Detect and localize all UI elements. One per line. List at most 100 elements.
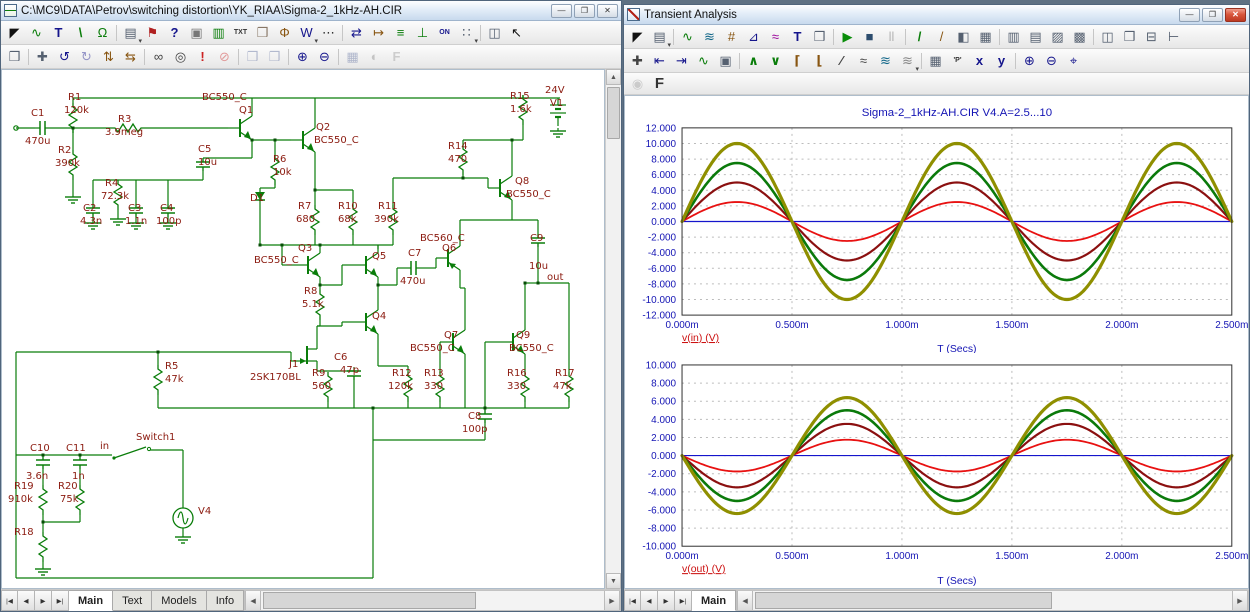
scope-stack-icon[interactable]: ≋	[699, 27, 720, 47]
scope-wave-icon[interactable]: ∿	[677, 27, 698, 47]
columns-one-icon[interactable]: ▥	[1003, 27, 1024, 47]
schematic-canvas-area[interactable]: C1470uR1120kR33.9megR2390kR472.3kC24.3nC…	[1, 69, 605, 589]
animate-stop-icon[interactable]: ◉	[627, 74, 648, 94]
grid-dots-icon[interactable]: ∷▾	[456, 23, 477, 43]
flip-x-icon[interactable]: ⇆	[120, 47, 141, 67]
horizontal-scroll-track[interactable]	[753, 591, 1232, 610]
browse-icon[interactable]: ◎	[170, 47, 191, 67]
restore-button[interactable]: ❐	[574, 4, 595, 18]
select-mode-icon[interactable]: ◤	[4, 23, 25, 43]
close-button[interactable]: ✕	[597, 4, 618, 18]
pause-icon[interactable]: ‖	[881, 27, 902, 47]
help-mode-icon[interactable]: ?	[164, 23, 185, 43]
tab-scroll-prev-button[interactable]: ◀	[18, 590, 35, 611]
scope-smith-icon[interactable]: ≈	[765, 27, 786, 47]
tag-right-icon[interactable]: ⇥	[671, 51, 692, 71]
p-key-icon[interactable]: 'P'	[947, 51, 968, 71]
page-tab-text[interactable]: Text	[113, 590, 152, 611]
select-mode-icon[interactable]: ◤	[627, 27, 648, 47]
properties-icon[interactable]: ❒	[809, 27, 830, 47]
format-hotkey-icon[interactable]: F	[649, 74, 670, 94]
page-tab-main[interactable]: Main	[69, 590, 113, 611]
restore-button[interactable]: ❐	[1202, 8, 1223, 22]
point-select-icon[interactable]: ↖	[506, 23, 527, 43]
analysis-plot-vin[interactable]: 12.00010.0008.0006.0004.0002.0000.000-2.…	[625, 96, 1250, 353]
stamp-mode-icon[interactable]: ▣	[186, 23, 207, 43]
slider-control-icon[interactable]: ⊢	[1163, 27, 1184, 47]
box-tag-icon[interactable]: ▣	[715, 51, 736, 71]
zoom-out-icon[interactable]: ⊖	[1041, 51, 1062, 71]
cursor-mode-icon[interactable]: ✚	[627, 51, 648, 71]
valley-cursor-icon[interactable]: ∨	[765, 51, 786, 71]
step-box-1-icon[interactable]: ❒	[242, 47, 263, 67]
ground-part-icon[interactable]: ⊥	[412, 23, 433, 43]
low-cursor-icon[interactable]: ⌊	[809, 51, 830, 71]
analysis-horizontal-scrollbar[interactable]: ◀ ▶	[736, 590, 1249, 611]
graph-objects-icon[interactable]: ▤▾	[649, 27, 670, 47]
text-mode-icon[interactable]: T	[48, 23, 69, 43]
tab-scroll-first-button[interactable]: |◀	[1, 590, 18, 611]
trace-label[interactable]: v(out) (V)	[682, 564, 726, 575]
scroll-up-button[interactable]: ▲	[606, 69, 621, 85]
scope-polar-icon[interactable]: ⊿	[743, 27, 764, 47]
text-mode-icon[interactable]: T	[787, 27, 808, 47]
info-icon[interactable]: !	[192, 47, 213, 67]
waves-select-icon[interactable]: ≋▾	[897, 51, 918, 71]
tag-left-icon[interactable]: ⇤	[649, 51, 670, 71]
schematic-vertical-scrollbar[interactable]: ▲ ▼	[605, 69, 621, 589]
polyline-mode-icon[interactable]: /	[931, 27, 952, 47]
high-cursor-icon[interactable]: ⌈	[787, 51, 808, 71]
data-points-icon[interactable]: ▦	[925, 51, 946, 71]
zoom-in-icon[interactable]: ⊕	[1019, 51, 1040, 71]
minimize-button[interactable]: —	[1179, 8, 1200, 22]
tab-scroll-last-button[interactable]: ▶|	[675, 590, 692, 611]
tab-scroll-next-button[interactable]: ▶	[658, 590, 675, 611]
scroll-left-button[interactable]: ◀	[245, 591, 261, 610]
tab-scroll-last-button[interactable]: ▶|	[52, 590, 69, 611]
page-tab-main[interactable]: Main	[692, 590, 736, 611]
zoom-window-icon[interactable]: ⌖	[1063, 51, 1084, 71]
component-dip-icon[interactable]: ▤▾	[120, 23, 141, 43]
tab-scroll-first-button[interactable]: |◀	[624, 590, 641, 611]
scroll-down-button[interactable]: ▼	[606, 573, 621, 589]
analysis-plot-vout[interactable]: 10.0008.0006.0004.0002.0000.000-2.000-4.…	[625, 353, 1250, 588]
undo-icon[interactable]: ↺	[54, 47, 75, 67]
cascade-windows-icon[interactable]: ❒	[1119, 27, 1140, 47]
clipboard-icon[interactable]: ❒	[252, 23, 273, 43]
schematic-canvas[interactable]: C1470uR1120kR33.9megR2390kR472.3kC24.3nC…	[2, 70, 605, 589]
scroll-right-button[interactable]: ▶	[1232, 591, 1248, 610]
flip-vertical-icon[interactable]: ⇅	[98, 47, 119, 67]
image-export-icon[interactable]: ▦	[342, 47, 363, 67]
bus-icon[interactable]: ≡	[390, 23, 411, 43]
x-tag-icon[interactable]: x	[969, 51, 990, 71]
flag-mode-icon[interactable]: ⚑	[142, 23, 163, 43]
waves-all-icon[interactable]: ≋	[875, 51, 896, 71]
analysis-titlebar[interactable]: Transient Analysis — ❐ ✕	[624, 5, 1249, 25]
schematic-titlebar[interactable]: C:\MC9\DATA\Petrov\switching distortion\…	[1, 1, 621, 21]
vertical-scroll-thumb[interactable]	[607, 87, 620, 139]
stop-icon[interactable]: ■	[859, 27, 880, 47]
wire-mode-icon[interactable]: \	[70, 23, 91, 43]
tab-scroll-prev-button[interactable]: ◀	[641, 590, 658, 611]
columns-two-icon[interactable]: ▤	[1025, 27, 1046, 47]
panel-toggle-icon[interactable]: ⊟	[1141, 27, 1162, 47]
columns-three-icon[interactable]: ▨	[1047, 27, 1068, 47]
find-icon[interactable]: ∞	[148, 47, 169, 67]
line-mode-icon[interactable]: /	[909, 27, 930, 47]
horizontal-scroll-track[interactable]	[261, 591, 604, 610]
horizontal-scroll-thumb[interactable]	[755, 592, 1052, 609]
zoom-in-icon[interactable]: ⊕	[292, 47, 313, 67]
scroll-right-button[interactable]: ▶	[604, 591, 620, 610]
no-connect-icon[interactable]: ⊘	[214, 47, 235, 67]
page-tab-models[interactable]: Models	[152, 590, 206, 611]
vertical-scroll-track[interactable]	[606, 85, 621, 573]
inflection-cursor-icon[interactable]: ≈	[853, 51, 874, 71]
tile-windows-icon[interactable]: ◫	[1097, 27, 1118, 47]
resistor-part-icon[interactable]: Ω	[92, 23, 113, 43]
zoom-out-icon[interactable]: ⊖	[314, 47, 335, 67]
more-parts-icon[interactable]: ⋯	[318, 23, 339, 43]
left-axis-icon[interactable]: ◧	[953, 27, 974, 47]
split-window-icon[interactable]: ◫	[484, 23, 505, 43]
slope-cursor-icon[interactable]: ∕	[831, 51, 852, 71]
horizontal-scroll-thumb[interactable]	[263, 592, 476, 609]
